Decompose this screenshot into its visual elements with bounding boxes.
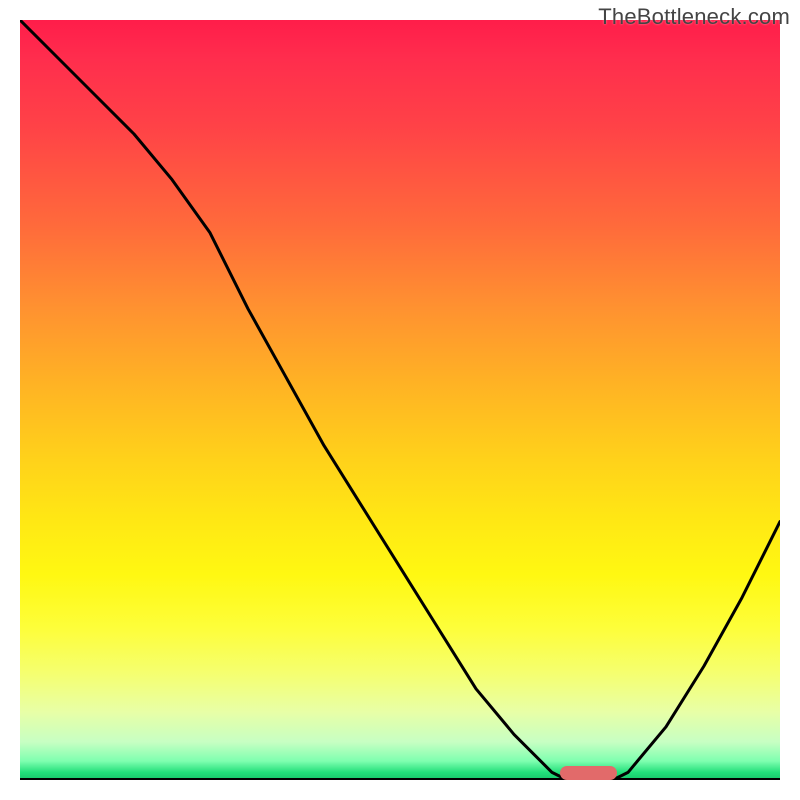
- bottleneck-chart: TheBottleneck.com: [0, 0, 800, 800]
- curve-path: [20, 20, 780, 780]
- bottleneck-curve: [20, 20, 780, 780]
- x-axis-baseline: [20, 778, 780, 780]
- optimal-range-marker: [560, 766, 618, 780]
- plot-area: [20, 20, 780, 780]
- watermark-text: TheBottleneck.com: [598, 4, 790, 30]
